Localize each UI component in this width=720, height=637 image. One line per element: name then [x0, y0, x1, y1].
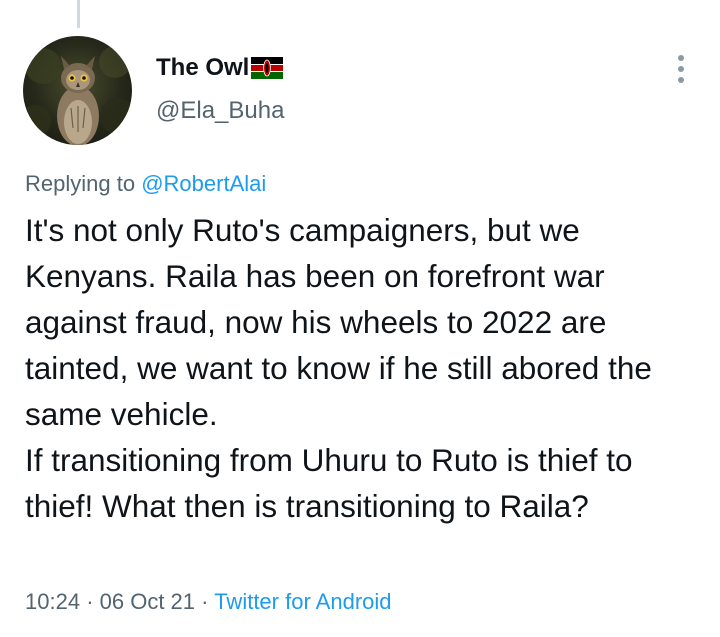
more-dot-icon [678, 55, 684, 61]
meta-separator: · [201, 589, 209, 614]
thread-connector-line [77, 0, 80, 28]
author-display-name[interactable]: The Owl [156, 54, 249, 82]
more-options-icon[interactable] [670, 55, 692, 83]
tweet-body-text: It's not only Ruto's campaigners, but we… [25, 212, 652, 524]
tweet-time[interactable]: 10:24 [25, 589, 80, 614]
replying-to-label: Replying to [25, 171, 136, 196]
owl-avatar-icon [23, 46, 132, 145]
kenya-flag-icon [251, 57, 284, 79]
author-name-row[interactable]: The Owl [156, 52, 284, 84]
replying-to-mention-link[interactable]: @RobertAlai [141, 171, 266, 196]
tweet-source-link[interactable]: Twitter for Android [214, 589, 391, 614]
more-dot-icon [678, 66, 684, 72]
author-avatar[interactable] [23, 36, 132, 145]
author-handle[interactable]: @Ela_Buha [156, 97, 284, 125]
tweet-metadata: 10:24 · 06 Oct 21 · Twitter for Android [25, 589, 392, 615]
tweet-date[interactable]: 06 Oct 21 [100, 589, 195, 614]
meta-separator: · [86, 589, 94, 614]
replying-to-line: Replying to @RobertAlai [25, 171, 266, 197]
more-dot-icon [678, 77, 684, 83]
